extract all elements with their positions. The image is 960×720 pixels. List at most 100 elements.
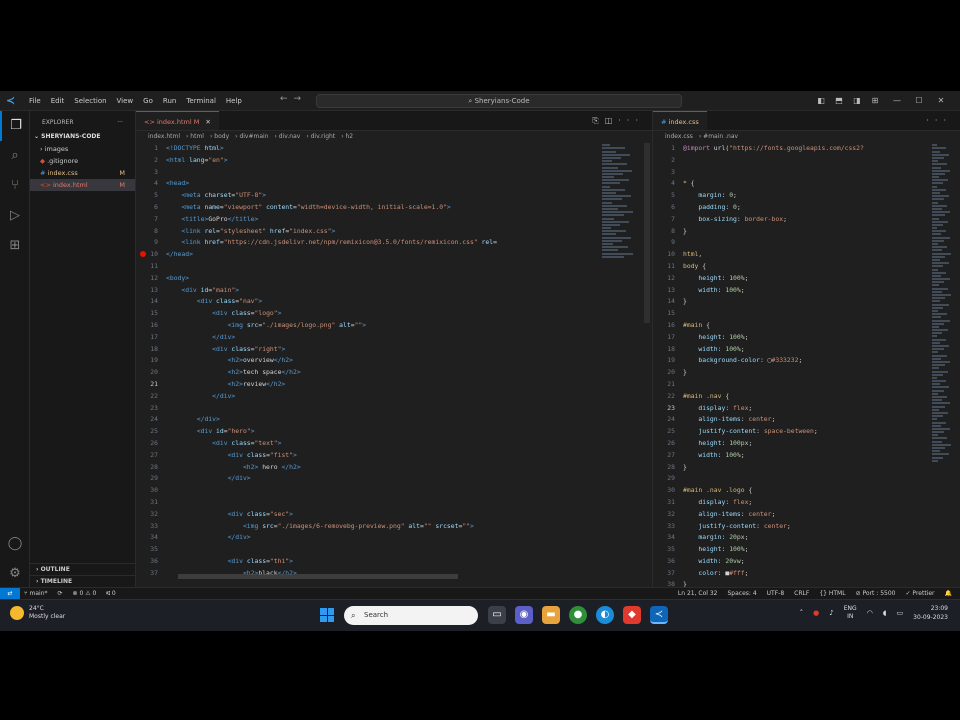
code-line[interactable]: 6 <meta name="viewport" content="width=d…	[136, 202, 652, 214]
code-line[interactable]: 28 <h2> hero </h2>	[136, 462, 652, 474]
run-debug-icon[interactable]: ▷	[0, 201, 30, 231]
code-line[interactable]: 27 <div class="fist">	[136, 450, 652, 462]
code-line[interactable]: 34 </div>	[136, 532, 652, 544]
tab-index-css[interactable]: # index.css	[653, 111, 707, 130]
code-line[interactable]: 37 color: ■#fff;	[653, 568, 960, 580]
search-icon[interactable]: ⌕	[0, 141, 30, 171]
breakpoint-dot[interactable]	[140, 251, 146, 257]
more-actions-icon[interactable]: ···	[618, 116, 644, 125]
code-line[interactable]: 2 <html lang="en">	[136, 155, 652, 167]
code-line[interactable]: 8}	[653, 226, 960, 238]
code-line[interactable]: 26 <div class="text">	[136, 438, 652, 450]
horizontal-scrollbar[interactable]	[178, 574, 458, 579]
code-line[interactable]: 19 <h2>overview</h2>	[136, 355, 652, 367]
menu-run[interactable]: Run	[158, 91, 181, 111]
task-view-icon[interactable]: ▭	[488, 606, 506, 624]
breadcrumb-item[interactable]: › html	[186, 133, 204, 140]
code-line[interactable]: 14}	[653, 296, 960, 308]
clock[interactable]: 23:09 30-09-2023	[913, 604, 948, 622]
breadcrumb-item[interactable]: › div#main	[235, 133, 268, 140]
code-line[interactable]: 27 width: 100%;	[653, 450, 960, 462]
file-explorer-icon[interactable]: ▬	[542, 606, 560, 624]
breadcrumb-item[interactable]: › #main .nav	[699, 133, 738, 140]
code-line[interactable]: 13 <div id="main">	[136, 285, 652, 297]
menu-terminal[interactable]: Terminal	[181, 91, 221, 111]
menu-file[interactable]: File	[24, 91, 46, 111]
code-line[interactable]: 5 <meta charset="UTF-8">	[136, 190, 652, 202]
code-line[interactable]: 2	[653, 155, 960, 167]
breadcrumb-item[interactable]: index.html	[148, 133, 180, 140]
file-item-index-html[interactable]: <> index.html M	[30, 179, 135, 191]
chevron-up-icon[interactable]: ˄	[800, 609, 804, 617]
open-changes-icon[interactable]: ⎘	[592, 116, 604, 125]
more-actions-icon[interactable]: ···	[117, 119, 123, 126]
code-line[interactable]: 6 padding: 0;	[653, 202, 960, 214]
vscode-taskbar-icon[interactable]: ≺	[650, 606, 668, 624]
code-line[interactable]: 3	[653, 167, 960, 179]
tab-index-html[interactable]: <> index.html M ✕	[136, 111, 219, 130]
code-line[interactable]: 1 <!DOCTYPE html>	[136, 143, 652, 155]
forward-arrow-icon[interactable]: →	[294, 94, 308, 104]
taskbar-search[interactable]: ⌕ Search	[344, 606, 478, 625]
battery-icon[interactable]: ▭	[897, 609, 904, 617]
code-line[interactable]: 22 #main .nav {	[653, 391, 960, 403]
code-line[interactable]: 14 <div class="nav">	[136, 296, 652, 308]
teams-chat-icon[interactable]: ◉	[515, 606, 533, 624]
code-line[interactable]: 16 #main {	[653, 320, 960, 332]
maximize-icon[interactable]: ☐	[908, 91, 930, 111]
edge-icon[interactable]: ◐	[596, 606, 614, 624]
code-line[interactable]: 16 <img src="./images/logo.png" alt="">	[136, 320, 652, 332]
code-line[interactable]: 8 <link rel="stylesheet" href="index.css…	[136, 226, 652, 238]
code-line[interactable]: 30	[136, 485, 652, 497]
code-line[interactable]: 28}	[653, 462, 960, 474]
code-line[interactable]: 34 margin: 20px;	[653, 532, 960, 544]
code-line[interactable]: 22 </div>	[136, 391, 652, 403]
code-line[interactable]: 7 <title>GoPro</title>	[136, 214, 652, 226]
explorer-icon[interactable]: ❐	[0, 111, 30, 141]
app-red-icon[interactable]: ◆	[623, 606, 641, 624]
outline-section[interactable]: › OUTLINE	[30, 563, 136, 575]
code-line[interactable]: 20 <h2>tech space</h2>	[136, 367, 652, 379]
code-line[interactable]: 7 box-sizing: border-box;	[653, 214, 960, 226]
code-line[interactable]: 9 <link href="https://cdn.jsdelivr.net/n…	[136, 237, 652, 249]
code-line[interactable]: 1 @import url("https://fonts.googleapis.c…	[653, 143, 960, 155]
code-line[interactable]: 30 #main .nav .logo {	[653, 485, 960, 497]
code-line[interactable]: 26 height: 100px;	[653, 438, 960, 450]
wifi-icon[interactable]: ◠	[867, 609, 873, 617]
file-item-images[interactable]: › images	[30, 143, 135, 155]
code-line[interactable]: 32 align-items: center;	[653, 509, 960, 521]
command-center-search[interactable]: ⌕ Sheryians-Code	[316, 94, 682, 108]
account-icon[interactable]: ◯	[0, 529, 30, 559]
code-line[interactable]: 5 margin: 0;	[653, 190, 960, 202]
code-line[interactable]: 25 <div id="hero">	[136, 426, 652, 438]
menu-go[interactable]: Go	[138, 91, 158, 111]
vertical-scrollbar[interactable]	[644, 143, 650, 323]
more-actions-icon[interactable]: ···	[926, 116, 952, 125]
code-line[interactable]: 36 <div class="thi">	[136, 556, 652, 568]
close-tab-icon[interactable]: ✕	[205, 118, 210, 126]
windows-start-icon[interactable]	[320, 608, 334, 622]
code-line[interactable]: 18 width: 100%;	[653, 344, 960, 356]
menu-selection[interactable]: Selection	[69, 91, 111, 111]
code-line[interactable]: 33 justify-content: center;	[653, 521, 960, 533]
tray-app-icon[interactable]: ●	[813, 609, 819, 617]
back-arrow-icon[interactable]: ←	[280, 94, 294, 104]
code-line[interactable]: 29	[653, 473, 960, 485]
minimap[interactable]	[932, 143, 956, 573]
source-control-icon[interactable]: ⑂	[0, 171, 30, 201]
code-line[interactable]: 9	[653, 237, 960, 249]
code-line[interactable]: 18 <div class="right">	[136, 344, 652, 356]
code-line[interactable]: 31	[136, 497, 652, 509]
code-line[interactable]: 4 <head>	[136, 178, 652, 190]
html-code-area[interactable]: 1 <!DOCTYPE html> 2 <html lang="en"> 3 4 <head…	[136, 143, 652, 587]
code-line[interactable]: 3	[136, 167, 652, 179]
code-line[interactable]: 21 <h2>review</h2>	[136, 379, 652, 391]
code-line[interactable]: 15	[653, 308, 960, 320]
code-line[interactable]: 35 height: 100%;	[653, 544, 960, 556]
code-line[interactable]: 12 height: 100%;	[653, 273, 960, 285]
close-icon[interactable]: ✕	[930, 91, 952, 111]
code-line[interactable]: 10 html,	[653, 249, 960, 261]
workspace-folder[interactable]: ⌄ SHERYIANS-CODE	[30, 131, 135, 143]
code-line[interactable]: 21	[653, 379, 960, 391]
code-line[interactable]: 33 <img src="./images/6-removebg-preview…	[136, 521, 652, 533]
